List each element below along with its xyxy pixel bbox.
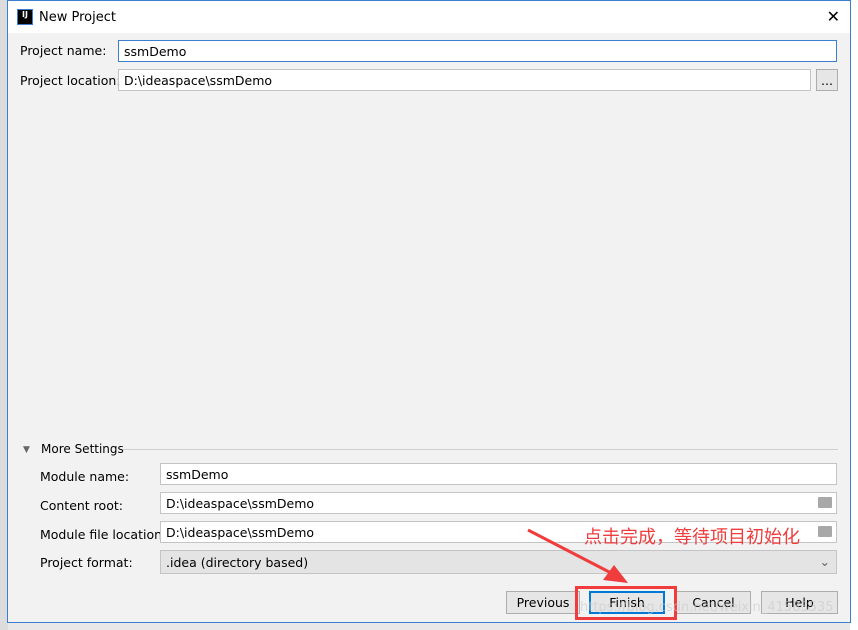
module-name-input[interactable]: ssmDemo	[160, 463, 837, 485]
previous-button[interactable]: Previous	[506, 591, 580, 614]
collapse-triangle-icon[interactable]: ▼	[23, 445, 30, 455]
project-format-select[interactable]: .idea (directory based) ⌄	[160, 550, 837, 574]
content-root-label: Content root:	[40, 498, 123, 513]
content-root-value: D:\ideaspace\ssmDemo	[166, 495, 315, 511]
folder-icon[interactable]	[818, 497, 832, 508]
project-location-input[interactable]: D:\ideaspace\ssmDemo	[118, 69, 811, 91]
project-format-value: .idea (directory based)	[166, 554, 309, 570]
content-root-input[interactable]: D:\ideaspace\ssmDemo	[160, 492, 837, 514]
chevron-down-icon: ⌄	[819, 554, 830, 569]
close-icon[interactable]: ✕	[827, 7, 840, 26]
module-file-location-label: Module file location:	[40, 527, 167, 542]
browse-button[interactable]: ...	[816, 69, 838, 91]
watermark: https://blog.csdn.net/weixin_41583535	[580, 600, 834, 615]
window-title: New Project	[39, 9, 116, 25]
module-file-location-value: D:\ideaspace\ssmDemo	[166, 524, 315, 540]
project-location-label: Project location:	[20, 73, 121, 88]
project-name-label: Project name:	[20, 43, 107, 58]
title-bar: IJ New Project ✕	[8, 1, 850, 33]
project-name-input[interactable]: ssmDemo	[118, 40, 837, 62]
project-format-label: Project format:	[40, 555, 133, 570]
module-name-label: Module name:	[40, 469, 130, 484]
folder-icon[interactable]	[818, 526, 832, 537]
intellij-icon: IJ	[17, 9, 33, 25]
background-ide-right	[850, 0, 858, 630]
separator	[123, 449, 838, 450]
annotation-text: 点击完成，等待项目初始化	[584, 527, 800, 548]
more-settings-toggle[interactable]: More Settings	[41, 442, 124, 456]
